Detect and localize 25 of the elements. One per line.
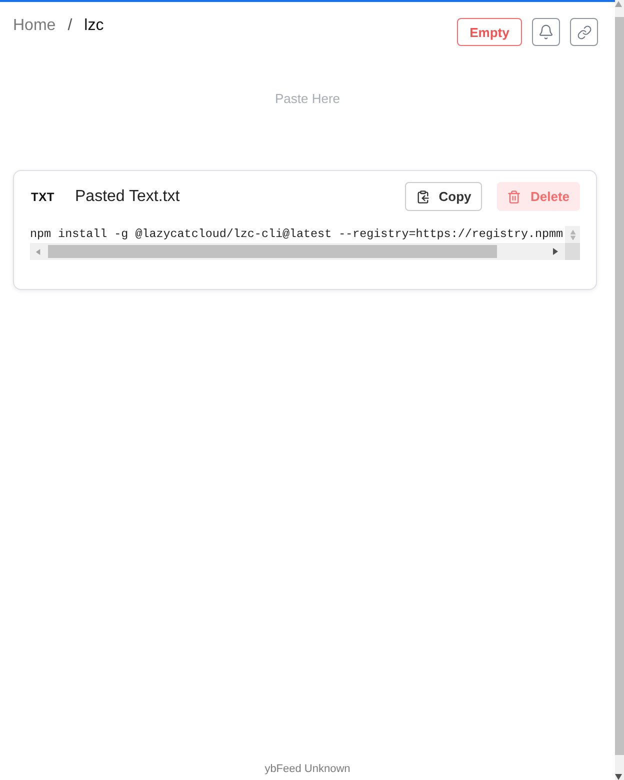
- file-type-label: TXT: [31, 190, 53, 204]
- notifications-button[interactable]: [532, 18, 560, 46]
- horizontal-scrollbar[interactable]: [30, 243, 565, 260]
- scroll-left-icon[interactable]: [35, 248, 41, 254]
- scroll-up-icon[interactable]: [615, 0, 622, 7]
- copy-button[interactable]: Copy: [405, 182, 482, 211]
- delete-button[interactable]: Delete: [497, 182, 580, 211]
- empty-button[interactable]: Empty: [457, 18, 522, 46]
- scrollbar-thumb[interactable]: [48, 245, 497, 258]
- file-name: Pasted Text.txt: [75, 188, 181, 206]
- link-button[interactable]: [570, 18, 598, 46]
- footer-text: ybFeed Unknown: [264, 763, 350, 775]
- breadcrumb-link[interactable]: Home: [13, 16, 56, 36]
- trash-icon: [507, 190, 522, 204]
- vertical-scrollbar[interactable]: [565, 226, 580, 243]
- scroll-right-icon[interactable]: [552, 248, 559, 255]
- breadcrumb-separator: /: [68, 16, 72, 36]
- scroll-up-icon[interactable]: [570, 229, 576, 234]
- scrollbar-corner: [565, 243, 580, 260]
- bell-icon: [538, 24, 554, 40]
- scroll-down-icon[interactable]: [615, 773, 622, 780]
- paste-hint: Paste Here: [274, 90, 340, 108]
- breadcrumb-current: lzc: [84, 16, 104, 36]
- clipboard-icon: [416, 190, 430, 204]
- link-icon: [576, 24, 592, 40]
